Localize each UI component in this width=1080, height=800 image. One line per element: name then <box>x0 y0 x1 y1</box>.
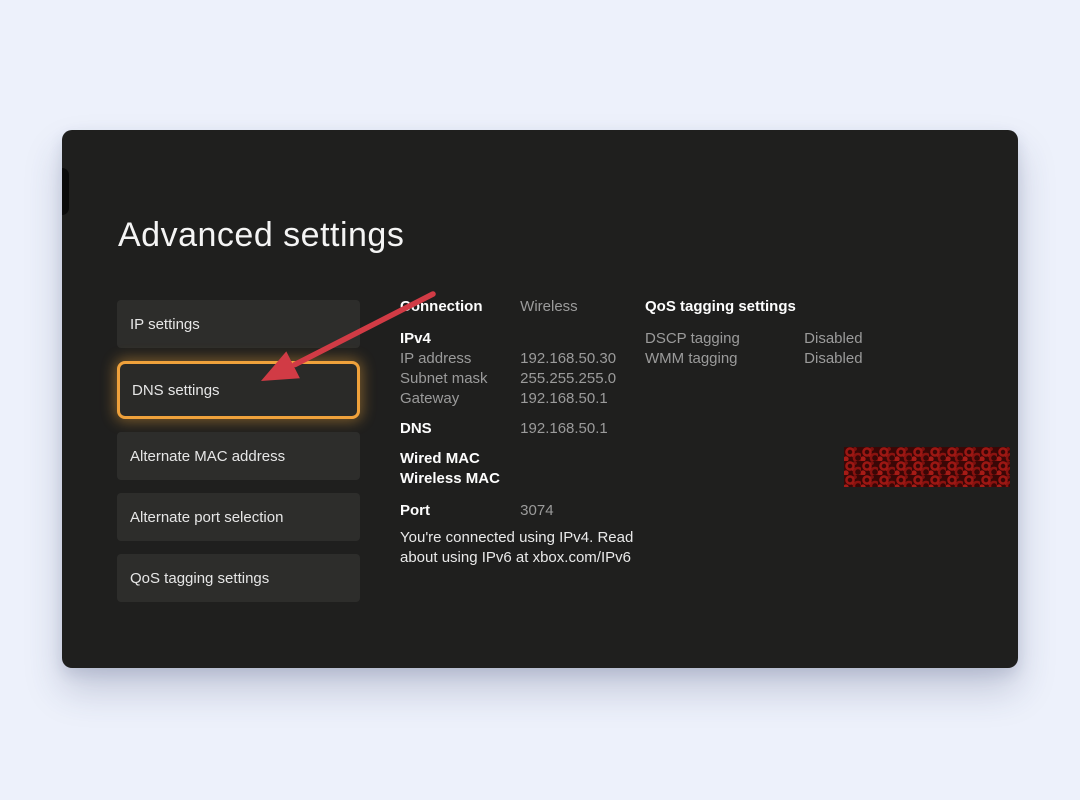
subnet-mask-label: Subnet mask <box>400 370 516 387</box>
menu-item-alternate-port-selection[interactable]: Alternate port selection <box>117 493 360 541</box>
menu-item-alternate-mac-address[interactable]: Alternate MAC address <box>117 432 360 480</box>
ip-address-label: IP address <box>400 350 516 367</box>
ipv4-heading: IPv4 <box>400 330 431 347</box>
wireless-mac-label: Wireless MAC <box>400 470 500 487</box>
screenshot-stage: Advanced settings IP settings DNS settin… <box>0 0 1080 800</box>
connection-info-column: Connection Wireless IPv4 IP address 192.… <box>400 130 680 668</box>
dns-row: DNS 192.168.50.1 <box>400 420 608 437</box>
menu-item-ip-settings[interactable]: IP settings <box>117 300 360 348</box>
gateway-label: Gateway <box>400 390 516 407</box>
dscp-tagging-value: Disabled <box>804 330 862 347</box>
wireless-mac-row: Wireless MAC <box>400 470 500 487</box>
advanced-settings-panel: Advanced settings IP settings DNS settin… <box>62 130 1018 668</box>
dscp-tagging-row: DSCP tagging Disabled <box>645 330 863 347</box>
subnet-mask-row: Subnet mask 255.255.255.0 <box>400 370 616 387</box>
wmm-tagging-row: WMM tagging Disabled <box>645 350 863 367</box>
ip-address-row: IP address 192.168.50.30 <box>400 350 616 367</box>
qos-tagging-column: QoS tagging settings DSCP tagging Disabl… <box>645 130 945 668</box>
connection-label: Connection <box>400 298 516 315</box>
ip-address-value: 192.168.50.30 <box>520 350 616 367</box>
gateway-value: 192.168.50.1 <box>520 390 608 407</box>
qos-heading: QoS tagging settings <box>645 298 796 315</box>
port-row: Port 3074 <box>400 502 554 519</box>
settings-menu: IP settings DNS settings Alternate MAC a… <box>117 300 360 615</box>
menu-item-qos-tagging-settings[interactable]: QoS tagging settings <box>117 554 360 602</box>
wired-mac-label: Wired MAC <box>400 450 480 467</box>
wmm-tagging-value: Disabled <box>804 350 862 367</box>
left-notch-decoration <box>62 168 69 215</box>
dns-value: 192.168.50.1 <box>520 420 608 437</box>
wmm-tagging-label: WMM tagging <box>645 350 800 367</box>
port-label: Port <box>400 502 516 519</box>
wired-mac-row: Wired MAC <box>400 450 480 467</box>
page-title: Advanced settings <box>118 216 404 255</box>
ipv6-note-text: You're connected using IPv4. Read about … <box>400 528 642 568</box>
connection-value: Wireless <box>520 298 578 315</box>
dscp-tagging-label: DSCP tagging <box>645 330 800 347</box>
menu-item-dns-settings[interactable]: DNS settings <box>117 361 360 419</box>
port-value: 3074 <box>520 502 553 519</box>
dns-label: DNS <box>400 420 516 437</box>
connection-row: Connection Wireless <box>400 298 578 315</box>
subnet-mask-value: 255.255.255.0 <box>520 370 616 387</box>
gateway-row: Gateway 192.168.50.1 <box>400 390 608 407</box>
